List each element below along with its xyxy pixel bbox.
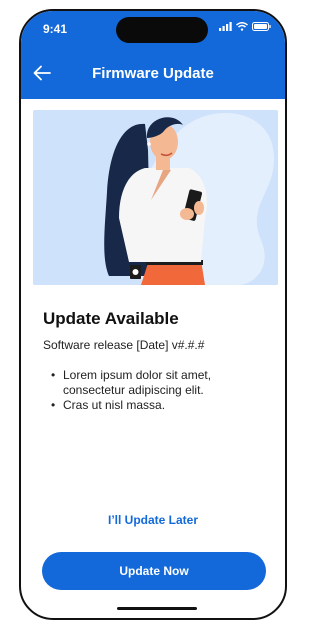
camera-notch	[116, 17, 208, 43]
nav-row: Firmware Update	[21, 61, 285, 87]
wifi-icon	[236, 22, 248, 31]
status-bar: 9:41	[21, 11, 285, 47]
status-icons	[219, 22, 271, 31]
release-note-item: Cras ut nisl massa.	[51, 398, 271, 413]
update-now-button[interactable]: Update Now	[42, 552, 266, 590]
page-title: Firmware Update	[92, 65, 214, 82]
update-later-link[interactable]: I’ll Update Later	[21, 513, 285, 527]
battery-icon	[252, 22, 271, 31]
home-indicator	[117, 607, 197, 610]
woman-with-phone-illustration	[33, 110, 278, 285]
release-notes-list: Lorem ipsum dolor sit amet, consectetur …	[51, 368, 271, 413]
update-illustration	[33, 110, 278, 285]
status-time: 9:41	[43, 22, 68, 36]
update-heading: Update Available	[43, 309, 179, 328]
app-header: 9:41 Firmware Update	[21, 11, 285, 99]
phone-frame: 9:41 Firmware Update Update Available So…	[19, 9, 287, 620]
signal-icon	[219, 22, 232, 31]
release-note-item: Lorem ipsum dolor sit amet, consectetur …	[51, 368, 271, 398]
release-info: Software release [Date] v#.#.#	[43, 338, 205, 352]
